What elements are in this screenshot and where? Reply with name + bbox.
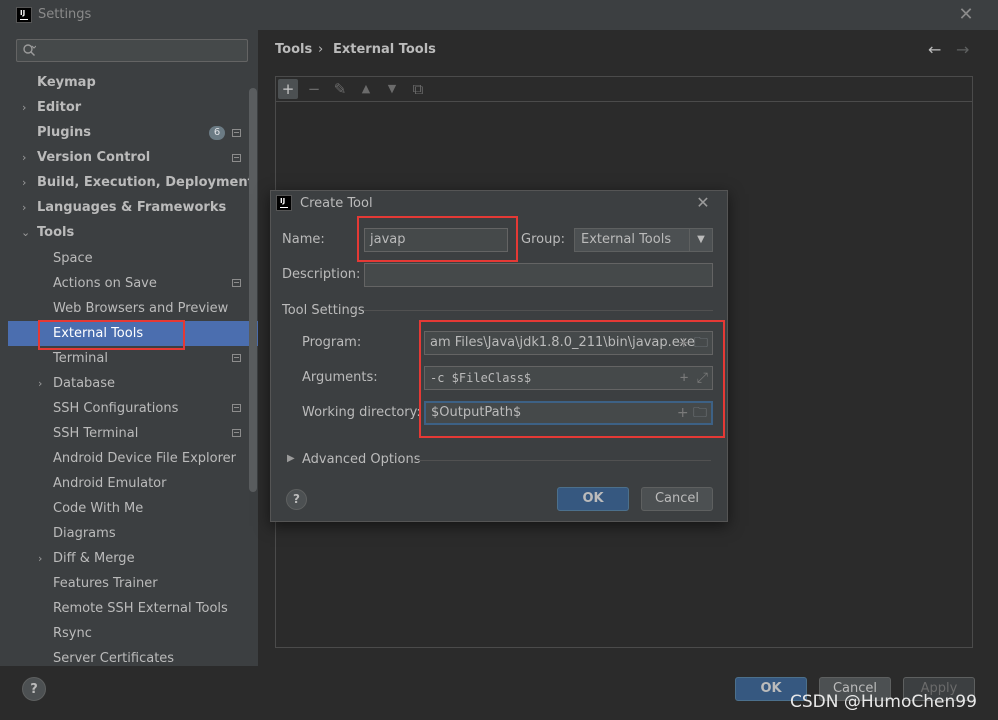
edit-pencil-icon[interactable]: ✎ bbox=[330, 79, 350, 99]
section-divider bbox=[364, 310, 713, 311]
sidebar-item-languages[interactable]: Languages & Frameworks bbox=[37, 195, 226, 220]
project-settings-icon bbox=[232, 404, 241, 412]
breadcrumb-parent[interactable]: Tools bbox=[275, 42, 312, 57]
sidebar-item-tools[interactable]: Tools bbox=[37, 220, 74, 245]
chevron-right-icon[interactable]: › bbox=[22, 176, 26, 189]
program-label: Program: bbox=[302, 335, 362, 350]
highlight-box-tool-settings bbox=[419, 320, 725, 438]
highlight-box-name bbox=[357, 216, 518, 262]
chevron-down-icon[interactable]: ▼ bbox=[689, 229, 712, 251]
sidebar-item-android-device-file-explorer[interactable]: Android Device File Explorer bbox=[53, 446, 236, 471]
dialog-cancel-button[interactable]: Cancel bbox=[641, 487, 713, 511]
breadcrumb-separator: › bbox=[318, 42, 324, 57]
group-label: Group: bbox=[521, 232, 565, 247]
sidebar-item-code-with-me[interactable]: Code With Me bbox=[53, 496, 143, 521]
help-button[interactable]: ? bbox=[286, 489, 307, 510]
help-button[interactable]: ? bbox=[22, 677, 46, 701]
sidebar-item-remote-ssh-external-tools[interactable]: Remote SSH External Tools bbox=[53, 596, 228, 621]
search-icon bbox=[23, 44, 36, 56]
sidebar-item-keymap[interactable]: Keymap bbox=[37, 70, 96, 95]
project-settings-icon bbox=[232, 354, 241, 362]
project-settings-icon bbox=[232, 154, 241, 162]
intellij-logo-icon: IJ bbox=[276, 195, 292, 211]
chevron-right-icon[interactable]: › bbox=[38, 377, 42, 390]
sidebar-item-space[interactable]: Space bbox=[53, 246, 93, 271]
description-label: Description: bbox=[282, 267, 361, 282]
chevron-right-icon[interactable]: › bbox=[22, 101, 26, 114]
move-up-icon[interactable]: ▲ bbox=[356, 79, 376, 99]
sidebar-item-build[interactable]: Build, Execution, Deployment bbox=[37, 170, 254, 195]
chevron-down-icon[interactable]: ⌄ bbox=[21, 226, 30, 239]
project-settings-icon bbox=[232, 279, 241, 287]
back-arrow-icon[interactable]: ← bbox=[928, 40, 941, 59]
window-title: Settings bbox=[38, 7, 92, 22]
group-select[interactable]: External Tools ▼ bbox=[574, 228, 713, 252]
sidebar-scrollbar[interactable] bbox=[249, 88, 257, 492]
expand-triangle-icon[interactable]: ▶ bbox=[287, 453, 295, 464]
sidebar-item-database[interactable]: Database bbox=[53, 371, 115, 396]
working-directory-label: Working directory: bbox=[302, 405, 421, 420]
search-input[interactable] bbox=[16, 39, 248, 62]
sidebar-item-web-browsers[interactable]: Web Browsers and Preview bbox=[53, 296, 228, 321]
sidebar-item-plugins[interactable]: Plugins bbox=[37, 120, 91, 145]
sidebar-item-editor[interactable]: Editor bbox=[37, 95, 81, 120]
add-icon[interactable]: + bbox=[278, 79, 298, 99]
chevron-right-icon[interactable]: › bbox=[38, 552, 42, 565]
chevron-right-icon[interactable]: › bbox=[22, 151, 26, 164]
sidebar-item-version-control[interactable]: Version Control bbox=[37, 145, 150, 170]
sidebar-item-server-certificates[interactable]: Server Certificates bbox=[53, 646, 174, 671]
chevron-right-icon[interactable]: › bbox=[22, 201, 26, 214]
dialog-ok-button[interactable]: OK bbox=[557, 487, 629, 511]
project-settings-icon bbox=[232, 129, 241, 137]
sidebar-item-actions-on-save[interactable]: Actions on Save bbox=[53, 271, 157, 296]
watermark: CSDN @HumoChen99 bbox=[790, 692, 977, 712]
sidebar-item-features-trainer[interactable]: Features Trainer bbox=[53, 571, 158, 596]
copy-icon[interactable]: ⧉ bbox=[408, 79, 428, 99]
sidebar-item-android-emulator[interactable]: Android Emulator bbox=[53, 471, 166, 496]
dialog-title: Create Tool bbox=[300, 196, 373, 211]
project-settings-icon bbox=[232, 429, 241, 437]
sidebar-item-rsync[interactable]: Rsync bbox=[53, 621, 92, 646]
plugins-update-badge: 6 bbox=[209, 126, 225, 140]
intellij-logo-icon: IJ bbox=[16, 7, 32, 23]
advanced-options-toggle[interactable]: Advanced Options bbox=[302, 452, 421, 467]
highlight-box-external-tools bbox=[38, 320, 185, 350]
section-divider bbox=[418, 460, 711, 461]
sidebar-item-ssh-terminal[interactable]: SSH Terminal bbox=[53, 421, 138, 446]
close-icon[interactable]: ✕ bbox=[955, 4, 977, 26]
sidebar-item-diagrams[interactable]: Diagrams bbox=[53, 521, 116, 546]
sidebar-item-diff-merge[interactable]: Diff & Merge bbox=[53, 546, 135, 571]
remove-icon[interactable]: − bbox=[304, 79, 324, 99]
arguments-label: Arguments: bbox=[302, 370, 378, 385]
tool-settings-heading: Tool Settings bbox=[282, 303, 365, 318]
name-label: Name: bbox=[282, 232, 325, 247]
move-down-icon[interactable]: ▼ bbox=[382, 79, 402, 99]
title-bar bbox=[0, 0, 998, 30]
sidebar-item-ssh-configurations[interactable]: SSH Configurations bbox=[53, 396, 178, 421]
description-field[interactable] bbox=[364, 263, 713, 287]
tools-toolbar: + − ✎ ▲ ▼ ⧉ bbox=[276, 77, 972, 102]
forward-arrow-icon[interactable]: → bbox=[956, 40, 969, 59]
group-select-value: External Tools bbox=[581, 232, 672, 247]
breadcrumb-current: External Tools bbox=[333, 42, 436, 57]
close-icon[interactable]: ✕ bbox=[693, 193, 713, 212]
